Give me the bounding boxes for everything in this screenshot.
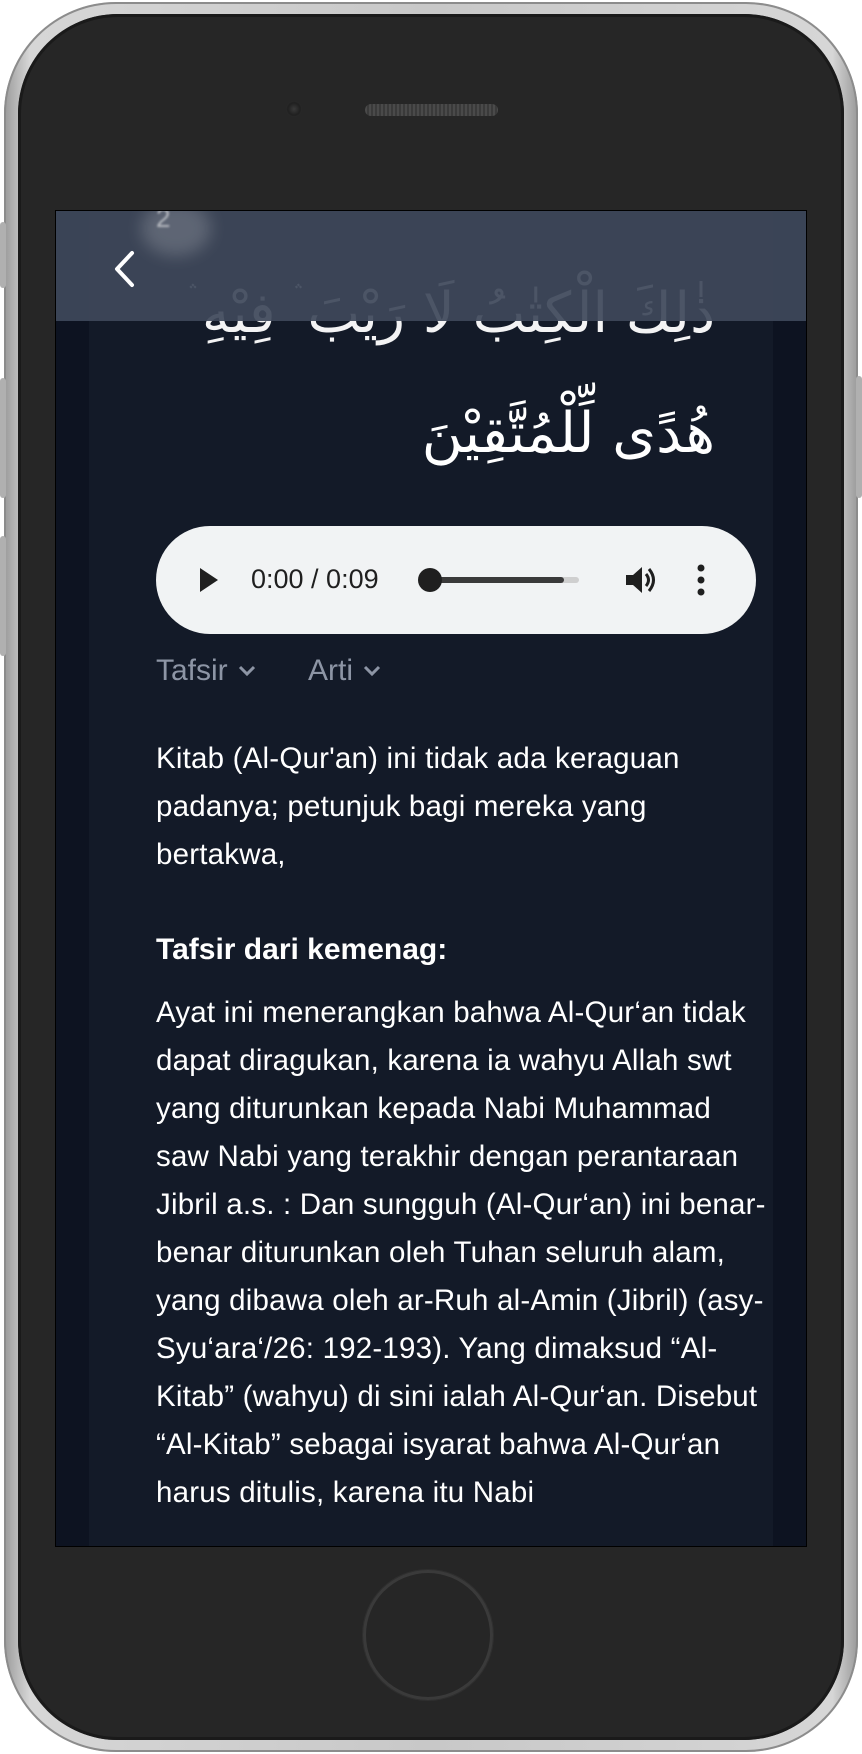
play-icon[interactable]: [198, 566, 220, 594]
home-button[interactable]: [363, 1570, 493, 1700]
more-vertical-icon[interactable]: [696, 564, 706, 596]
chevron-down-icon: [363, 665, 381, 677]
volume-down-button: [0, 536, 6, 656]
audio-seek-bar[interactable]: [429, 577, 579, 583]
silent-switch: [0, 222, 6, 288]
chevron-left-icon[interactable]: [108, 249, 140, 289]
audio-seek-progress: [429, 577, 564, 583]
tafsir-text: Ayat ini menerangkan bahwa Al-Qur‘an tid…: [156, 996, 766, 1509]
screen: ذٰلِكَ الْكِتٰبُ لَا رَيْبَ ۛ فِيْهِ ۛ ه…: [55, 210, 807, 1547]
scrolled-content-blur: [141, 211, 211, 256]
audio-time: 0:00 / 0:09: [251, 564, 379, 594]
translation-text: Kitab (Al-Qur'an) ini tidak ada keraguan…: [156, 742, 680, 871]
volume-icon[interactable]: [624, 564, 658, 596]
tafsir-dropdown-label: Tafsir: [156, 654, 228, 687]
tafsir-heading: Tafsir dari kemenag:: [156, 933, 448, 966]
chevron-down-icon: [238, 665, 255, 677]
earpiece-speaker: [365, 104, 498, 116]
arabic-text-line-2: هُدًى لِّلْمُتَّقِيْنَ: [421, 401, 715, 466]
front-camera: [286, 101, 302, 117]
arti-dropdown[interactable]: Arti: [308, 654, 381, 688]
ayah-card: ذٰلِكَ الْكِتٰبُ لَا رَيْبَ ۛ فِيْهِ ۛ ه…: [89, 211, 773, 1546]
volume-up-button: [0, 378, 6, 498]
top-app-bar: 2: [56, 211, 806, 321]
audio-seek-thumb[interactable]: [418, 568, 442, 592]
arti-dropdown-label: Arti: [308, 654, 353, 687]
power-button: [856, 376, 862, 498]
tafsir-dropdown[interactable]: Tafsir: [156, 654, 256, 688]
scrolled-ayah-number: 2: [156, 210, 171, 233]
audio-player: 0:00 / 0:09: [156, 526, 756, 634]
